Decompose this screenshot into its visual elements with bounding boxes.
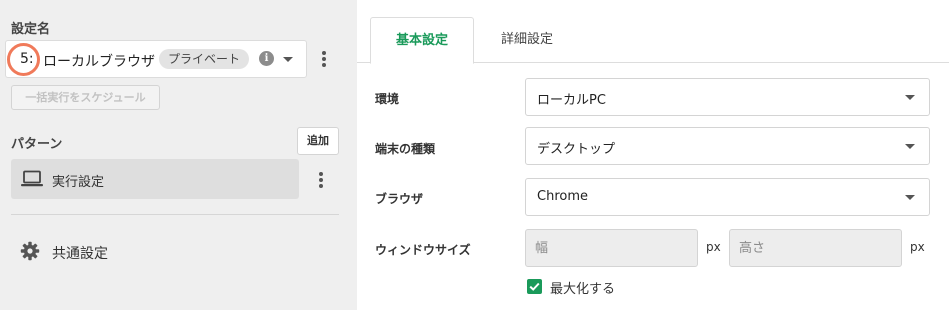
window-height-input[interactable]	[729, 229, 902, 267]
info-icon[interactable]: i	[259, 51, 274, 66]
gear-icon	[20, 241, 40, 265]
pattern-label: パターン	[11, 137, 63, 152]
chevron-down-icon	[905, 95, 915, 100]
environment-value: ローカルPC	[537, 93, 606, 108]
setting-name-label: 設定名	[11, 22, 51, 37]
sidebar-divider	[11, 214, 339, 215]
setting-select[interactable]: 5: ローカルブラウザ プライベート i	[5, 40, 307, 78]
setting-more-button[interactable]	[322, 51, 326, 69]
browser-value: Chrome	[537, 189, 588, 204]
chevron-down-icon	[905, 195, 915, 200]
browser-select[interactable]: Chrome	[525, 178, 930, 216]
check-icon	[529, 282, 540, 291]
pattern-more-button[interactable]	[319, 172, 323, 190]
settings-tabs: 基本設定 詳細設定	[357, 0, 949, 64]
window-width-input[interactable]	[525, 229, 698, 267]
chevron-down-icon	[905, 144, 915, 149]
common-settings-label: 共通設定	[52, 246, 108, 262]
laptop-icon	[21, 170, 43, 192]
add-pattern-button[interactable]: 追加	[297, 127, 339, 155]
highlight-ring	[7, 43, 40, 76]
pattern-item-label: 実行設定	[52, 175, 105, 190]
maximize-checkbox[interactable]	[527, 279, 542, 294]
window-size-label: ウィンドウサイズ	[375, 243, 471, 257]
environment-select[interactable]: ローカルPC	[525, 78, 930, 116]
common-settings-item[interactable]: 共通設定	[20, 238, 220, 266]
tab-detail-settings[interactable]: 詳細設定	[474, 17, 580, 64]
device-type-label: 端末の種類	[375, 142, 436, 156]
sidebar: 設定名 5: ローカルブラウザ プライベート i 一括実行をスケジュール パター…	[0, 0, 357, 310]
private-badge: プライベート	[159, 49, 250, 69]
setting-name: ローカルブラウザ	[43, 54, 155, 70]
height-unit: px	[910, 240, 925, 254]
width-unit: px	[706, 240, 721, 254]
pattern-item-run-settings[interactable]: 実行設定	[11, 159, 299, 199]
schedule-batch-button[interactable]: 一括実行をスケジュール	[11, 85, 160, 110]
device-type-value: デスクトップ	[537, 142, 616, 157]
maximize-label: 最大化する	[550, 282, 616, 297]
device-type-select[interactable]: デスクトップ	[525, 127, 930, 165]
browser-label: ブラウザ	[375, 192, 424, 206]
chevron-down-icon	[283, 57, 293, 62]
environment-label: 環境	[375, 92, 400, 106]
tab-basic-settings[interactable]: 基本設定	[370, 17, 474, 64]
